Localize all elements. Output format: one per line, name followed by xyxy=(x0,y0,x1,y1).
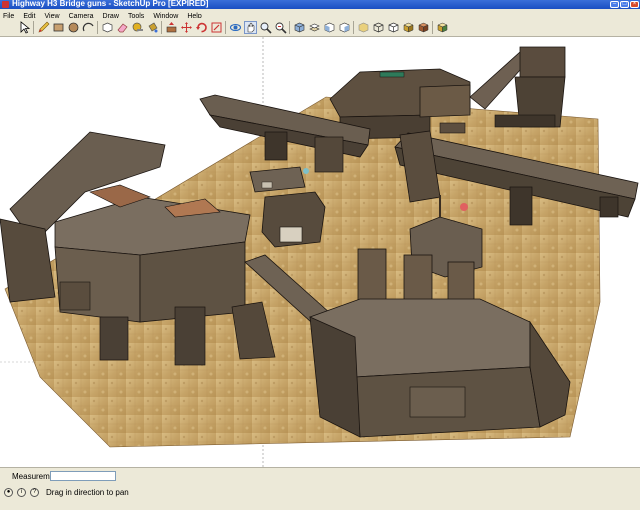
paint-bucket-icon[interactable] xyxy=(146,21,159,34)
shaded-style-icon[interactable] xyxy=(402,21,415,34)
arc-icon[interactable] xyxy=(82,21,95,34)
sketchup-app-icon[interactable] xyxy=(2,1,9,8)
textured-style-icon[interactable] xyxy=(417,21,430,34)
hidden-line-style-icon[interactable] xyxy=(387,21,400,34)
model-canvas[interactable] xyxy=(0,37,640,467)
toolbar-separator xyxy=(33,21,34,34)
status-bar: Measurements ● i ? Drag in direction to … xyxy=(0,467,640,510)
zoom-extents-icon[interactable] xyxy=(274,21,287,34)
rotate-icon[interactable] xyxy=(195,21,208,34)
make-component-icon[interactable] xyxy=(101,21,114,34)
select-tool-icon[interactable] xyxy=(18,21,31,34)
menu-bar: File Edit View Camera Draw Tools Window … xyxy=(0,9,640,20)
top-view-icon[interactable] xyxy=(308,21,321,34)
window-title: Highway H3 Bridge guns - SketchUp Pro [E… xyxy=(12,0,209,8)
right-view-icon[interactable] xyxy=(338,21,351,34)
title-bar[interactable]: Highway H3 Bridge guns - SketchUp Pro [E… xyxy=(0,0,640,9)
minimize-button[interactable]: – xyxy=(610,1,619,8)
pencil-icon[interactable] xyxy=(37,21,50,34)
xray-style-icon[interactable] xyxy=(357,21,370,34)
front-view-icon[interactable] xyxy=(323,21,336,34)
scale-icon[interactable] xyxy=(210,21,223,34)
toolbar-separator xyxy=(161,21,162,34)
pan-hand-icon[interactable] xyxy=(244,21,257,34)
eraser-icon[interactable] xyxy=(116,21,129,34)
push-pull-icon[interactable] xyxy=(165,21,178,34)
close-button[interactable]: × xyxy=(630,1,639,8)
tape-measure-icon[interactable] xyxy=(131,21,144,34)
rear-structure[interactable] xyxy=(329,46,566,140)
toolbar-separator xyxy=(353,21,354,34)
main-toolbar xyxy=(0,18,640,37)
zoom-icon[interactable] xyxy=(259,21,272,34)
toolbar-separator xyxy=(225,21,226,34)
move-icon[interactable] xyxy=(180,21,193,34)
toolbar-separator xyxy=(432,21,433,34)
toolbar-separator xyxy=(97,21,98,34)
credits-icon[interactable]: i xyxy=(17,488,26,497)
status-hint-text: Drag in direction to pan xyxy=(46,488,129,497)
orbit-icon[interactable] xyxy=(229,21,242,34)
circle-icon[interactable] xyxy=(67,21,80,34)
geo-location-icon[interactable]: ● xyxy=(4,488,13,497)
maximize-button[interactable]: □ xyxy=(620,1,629,8)
components-icon[interactable] xyxy=(436,21,449,34)
model-viewport[interactable] xyxy=(0,37,640,467)
help-icon[interactable]: ? xyxy=(30,488,39,497)
iso-view-icon[interactable] xyxy=(293,21,306,34)
rectangle-icon[interactable] xyxy=(52,21,65,34)
toolbar-separator xyxy=(289,21,290,34)
measurements-input[interactable] xyxy=(50,471,116,481)
wireframe-style-icon[interactable] xyxy=(372,21,385,34)
